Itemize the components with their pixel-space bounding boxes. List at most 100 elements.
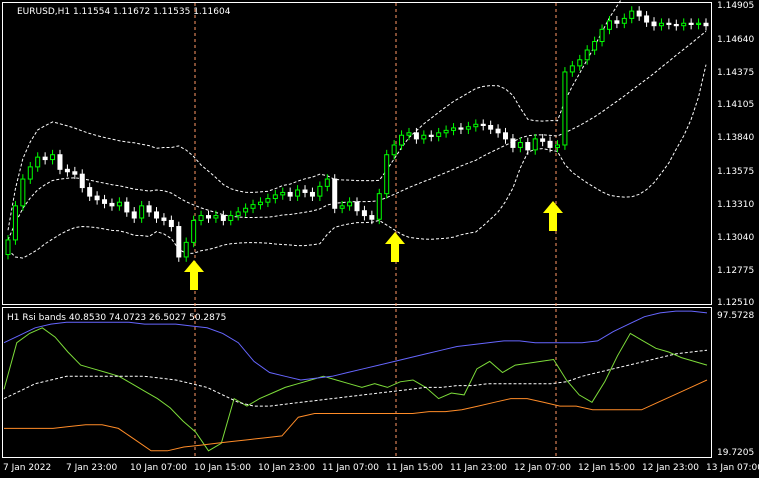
candle-body xyxy=(569,65,575,73)
candle-body xyxy=(451,127,457,131)
candle-body xyxy=(116,201,122,207)
candle-body xyxy=(198,215,204,221)
candle-body xyxy=(703,22,709,27)
candle-body xyxy=(109,202,115,207)
candle-body xyxy=(562,71,568,146)
candle-body xyxy=(554,144,560,148)
candle-body xyxy=(443,129,449,134)
main-y-tick: 1.14905 xyxy=(717,1,754,11)
main-y-tick: 1.13040 xyxy=(717,233,754,243)
candle-body xyxy=(205,215,211,219)
candle-body xyxy=(592,41,598,51)
candle-body xyxy=(347,201,353,207)
candle-body xyxy=(87,187,93,197)
candle-body xyxy=(488,125,494,130)
candle-body xyxy=(473,123,479,128)
candle-body xyxy=(621,17,627,24)
candle-body xyxy=(606,20,612,30)
up-arrow-icon xyxy=(184,260,204,290)
candle-body xyxy=(64,168,70,173)
candle-body xyxy=(458,127,464,130)
main-y-tick: 1.13575 xyxy=(717,167,754,177)
candle-body xyxy=(406,132,412,136)
candle-body xyxy=(243,207,249,213)
x-tick: 10 Jan 07:00 xyxy=(130,463,187,473)
candle-body xyxy=(688,22,694,25)
candle-body xyxy=(376,193,382,220)
candle-body xyxy=(161,217,167,221)
candle-body xyxy=(79,173,85,189)
up-arrow-icon xyxy=(543,201,563,231)
main-y-tick: 1.14640 xyxy=(717,35,754,45)
candle-body xyxy=(5,239,11,256)
candle-body xyxy=(302,189,308,193)
candle-body xyxy=(577,59,583,67)
main-y-tick: 1.14105 xyxy=(717,100,754,110)
candle-body xyxy=(72,171,78,175)
candle-body xyxy=(272,194,278,200)
candle-body xyxy=(436,132,442,137)
rsi-line-lower xyxy=(4,379,708,452)
candle-body xyxy=(673,23,679,27)
candle-body xyxy=(265,198,271,203)
candle-body xyxy=(465,126,471,130)
candle-body xyxy=(547,140,553,148)
candle-body xyxy=(139,205,145,219)
candle-body xyxy=(525,142,531,151)
candle-body xyxy=(413,132,419,140)
candle-body xyxy=(235,211,241,217)
candle-body xyxy=(391,144,397,156)
main-y-tick: 1.14375 xyxy=(717,68,754,78)
indicator-y-tick: 97.5728 xyxy=(717,311,754,321)
rsi-band-lines xyxy=(3,310,708,452)
candle-body xyxy=(384,154,390,195)
candle-body xyxy=(295,189,301,197)
candlestick-series xyxy=(5,6,709,262)
candle-body xyxy=(324,178,330,187)
rsi-line-rsi xyxy=(3,327,708,452)
candle-body xyxy=(517,142,523,148)
trading-chart[interactable]: EURUSD,H1 1.11554 1.11672 1.11535 1.1160… xyxy=(0,0,759,478)
x-tick: 10 Jan 15:00 xyxy=(194,463,251,473)
candle-body xyxy=(532,138,538,151)
indicator-panel-header: H1 Rsi bands 40.8530 74.0723 26.5027 50.… xyxy=(7,313,226,323)
indicator-panel-frame xyxy=(2,307,712,458)
candle-body xyxy=(369,215,375,220)
candle-body xyxy=(250,204,256,209)
candle-body xyxy=(94,195,100,201)
candle-body xyxy=(658,22,664,27)
candle-body xyxy=(503,132,509,140)
candle-body xyxy=(57,154,63,170)
candle-body xyxy=(257,201,263,206)
candle-body xyxy=(42,156,48,161)
candle-body xyxy=(339,205,345,209)
candle-body xyxy=(361,210,367,217)
x-tick: 7 Jan 23:00 xyxy=(66,463,118,473)
candle-body xyxy=(27,166,33,180)
candle-body xyxy=(176,226,182,258)
candle-body xyxy=(102,199,108,204)
x-axis: 7 Jan 2022 7 Jan 23:00 10 Jan 07:00 10 J… xyxy=(3,463,759,473)
candle-body xyxy=(191,219,197,243)
candle-body xyxy=(220,215,226,221)
x-tick: 11 Jan 07:00 xyxy=(322,463,379,473)
candle-body xyxy=(154,211,160,219)
candle-body xyxy=(666,22,672,25)
main-y-tick: 1.12775 xyxy=(717,266,754,276)
up-arrow-icon xyxy=(385,232,405,262)
band-lower xyxy=(7,64,707,259)
rsi-line-middle xyxy=(3,349,708,407)
candle-body xyxy=(124,201,130,213)
x-tick: 12 Jan 07:00 xyxy=(514,463,571,473)
main-y-tick: 1.12510 xyxy=(717,298,754,308)
candle-body xyxy=(228,215,234,221)
candle-body xyxy=(510,138,516,148)
candle-body xyxy=(480,123,486,127)
candle-body xyxy=(354,201,360,212)
candle-body xyxy=(428,134,434,137)
candle-body xyxy=(681,22,687,27)
candle-body xyxy=(35,156,41,168)
candle-body xyxy=(584,49,590,61)
candle-body xyxy=(20,178,26,207)
candle-body xyxy=(309,191,315,197)
